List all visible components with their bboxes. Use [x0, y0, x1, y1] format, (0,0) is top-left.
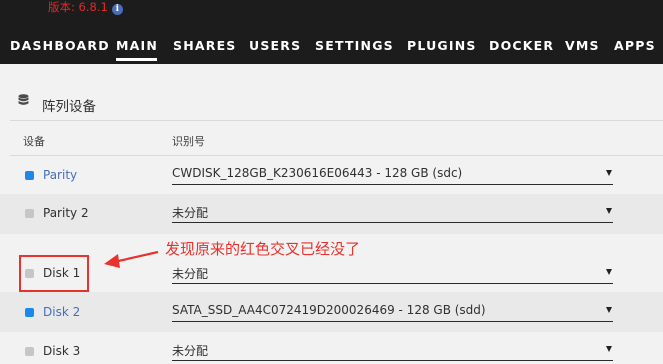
- nav-apps[interactable]: APPS: [614, 38, 656, 53]
- status-active-icon: [25, 308, 34, 317]
- nav-settings[interactable]: SETTINGS: [315, 38, 394, 53]
- table-row: Parity 2 未分配: [0, 194, 663, 234]
- table-row: Disk 3 未分配: [0, 332, 663, 364]
- status-active-icon: [25, 171, 34, 180]
- column-header-device: 设备: [23, 135, 45, 148]
- dropdown-arrow-icon: [606, 307, 612, 313]
- select-value: 未分配: [172, 344, 209, 358]
- dropdown-arrow-icon: [606, 269, 612, 275]
- nav-vms[interactable]: VMS: [565, 38, 600, 53]
- disk-name-link[interactable]: Disk 2: [43, 305, 80, 319]
- info-icon[interactable]: i: [111, 4, 123, 15]
- version-text: 版本: 6.8.1: [48, 0, 108, 14]
- select-value: CWDISK_128GB_K230616E06443 - 128 GB (sdc…: [172, 166, 463, 180]
- annotation-text: 发现原来的红色交叉已经没了: [165, 240, 361, 258]
- select-value: 未分配: [172, 267, 209, 281]
- nav-users[interactable]: USERS: [249, 38, 301, 53]
- select-value: 未分配: [172, 206, 209, 220]
- dropdown-arrow-icon: [606, 170, 612, 176]
- disk-name: Disk 3: [43, 344, 81, 358]
- disk-assignment-select[interactable]: SATA_SSD_AA4C072419D200026469 - 128 GB (…: [172, 301, 613, 322]
- disk-name: Parity 2: [43, 206, 89, 220]
- disk-assignment-select[interactable]: 未分配: [172, 340, 613, 361]
- status-inactive-icon: [25, 347, 34, 356]
- nav-docker[interactable]: DOCKER: [489, 38, 554, 53]
- disk-name-link[interactable]: Parity: [43, 168, 77, 182]
- disk-assignment-select[interactable]: 未分配: [172, 202, 613, 223]
- dropdown-arrow-icon: [606, 346, 612, 352]
- divider: [10, 120, 663, 121]
- dropdown-arrow-icon: [606, 208, 612, 214]
- array-devices-panel: 阵列设备 设备 识别号 Parity CWDISK_128GB_K230616E…: [0, 84, 663, 364]
- panel-title: 阵列设备: [42, 99, 96, 115]
- column-header-identification: 识别号: [172, 135, 205, 148]
- nav-dashboard[interactable]: DASHBOARD: [10, 38, 110, 53]
- nav-plugins[interactable]: PLUGINS: [407, 38, 477, 53]
- status-inactive-icon: [25, 209, 34, 218]
- table-row: Parity CWDISK_128GB_K230616E06443 - 128 …: [0, 156, 663, 194]
- nav-main[interactable]: MAIN: [116, 38, 158, 61]
- annotation-arrow-icon: [104, 250, 159, 268]
- select-value: SATA_SSD_AA4C072419D200026469 - 128 GB (…: [172, 303, 486, 317]
- database-icon: [18, 94, 29, 105]
- top-header: 版本: 6.8.1 i DASHBOARD MAIN SHARES USERS S…: [0, 0, 663, 64]
- disk-assignment-select[interactable]: CWDISK_128GB_K230616E06443 - 128 GB (sdc…: [172, 164, 613, 185]
- disk-assignment-select[interactable]: 未分配: [172, 263, 613, 284]
- table-row: Disk 2 SATA_SSD_AA4C072419D200026469 - 1…: [0, 292, 663, 332]
- annotation-highlight-box: [19, 255, 89, 292]
- nav-shares[interactable]: SHARES: [173, 38, 237, 53]
- version-label: 版本: 6.8.1 i: [48, 0, 123, 15]
- panel-header: 阵列设备: [0, 84, 663, 120]
